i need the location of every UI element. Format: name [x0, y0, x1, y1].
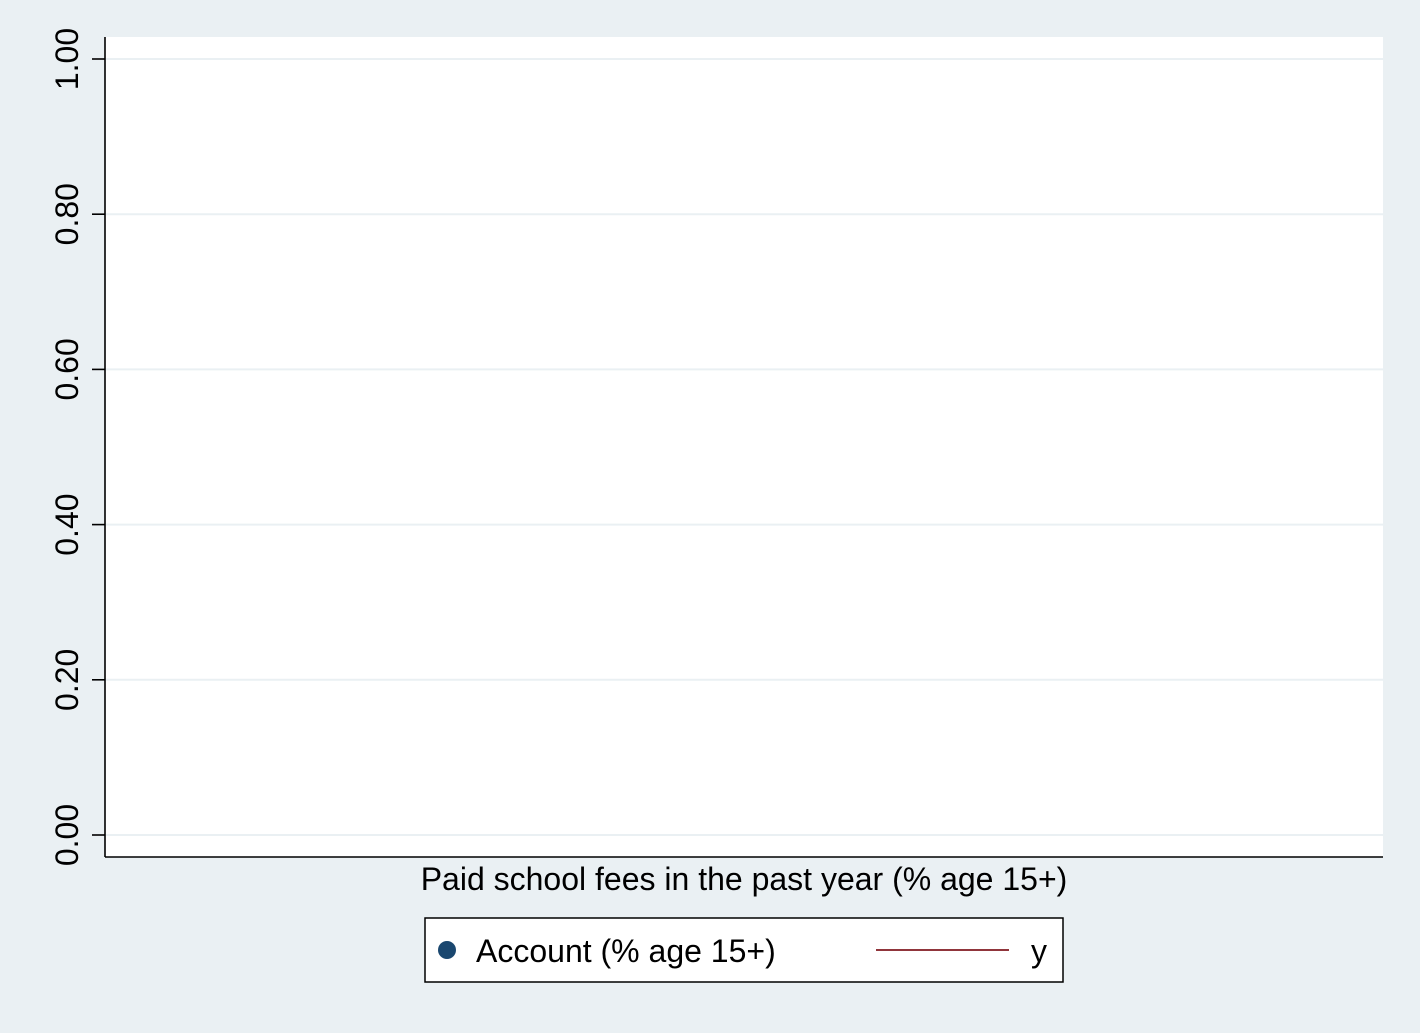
y-tick-label: 0.20 — [49, 649, 85, 711]
legend-label-y: y — [1031, 933, 1047, 969]
chart-canvas: 0.00 0.20 0.40 0.60 0.80 1.00 Paid school fee… — [0, 0, 1420, 1033]
x-axis-label: Paid school fees in the past year (% age… — [421, 861, 1068, 897]
legend-label-account: Account (% age 15+) — [476, 933, 776, 969]
plot-area — [105, 37, 1383, 857]
y-tick-label: 0.60 — [49, 338, 85, 400]
y-tick-label: 0.00 — [49, 804, 85, 866]
y-tick-label: 1.00 — [49, 28, 85, 90]
y-tick-label: 0.80 — [49, 183, 85, 245]
legend-marker-account — [438, 941, 456, 959]
y-tick-label: 0.40 — [49, 493, 85, 555]
legend: Account (% age 15+) y — [424, 917, 1064, 983]
